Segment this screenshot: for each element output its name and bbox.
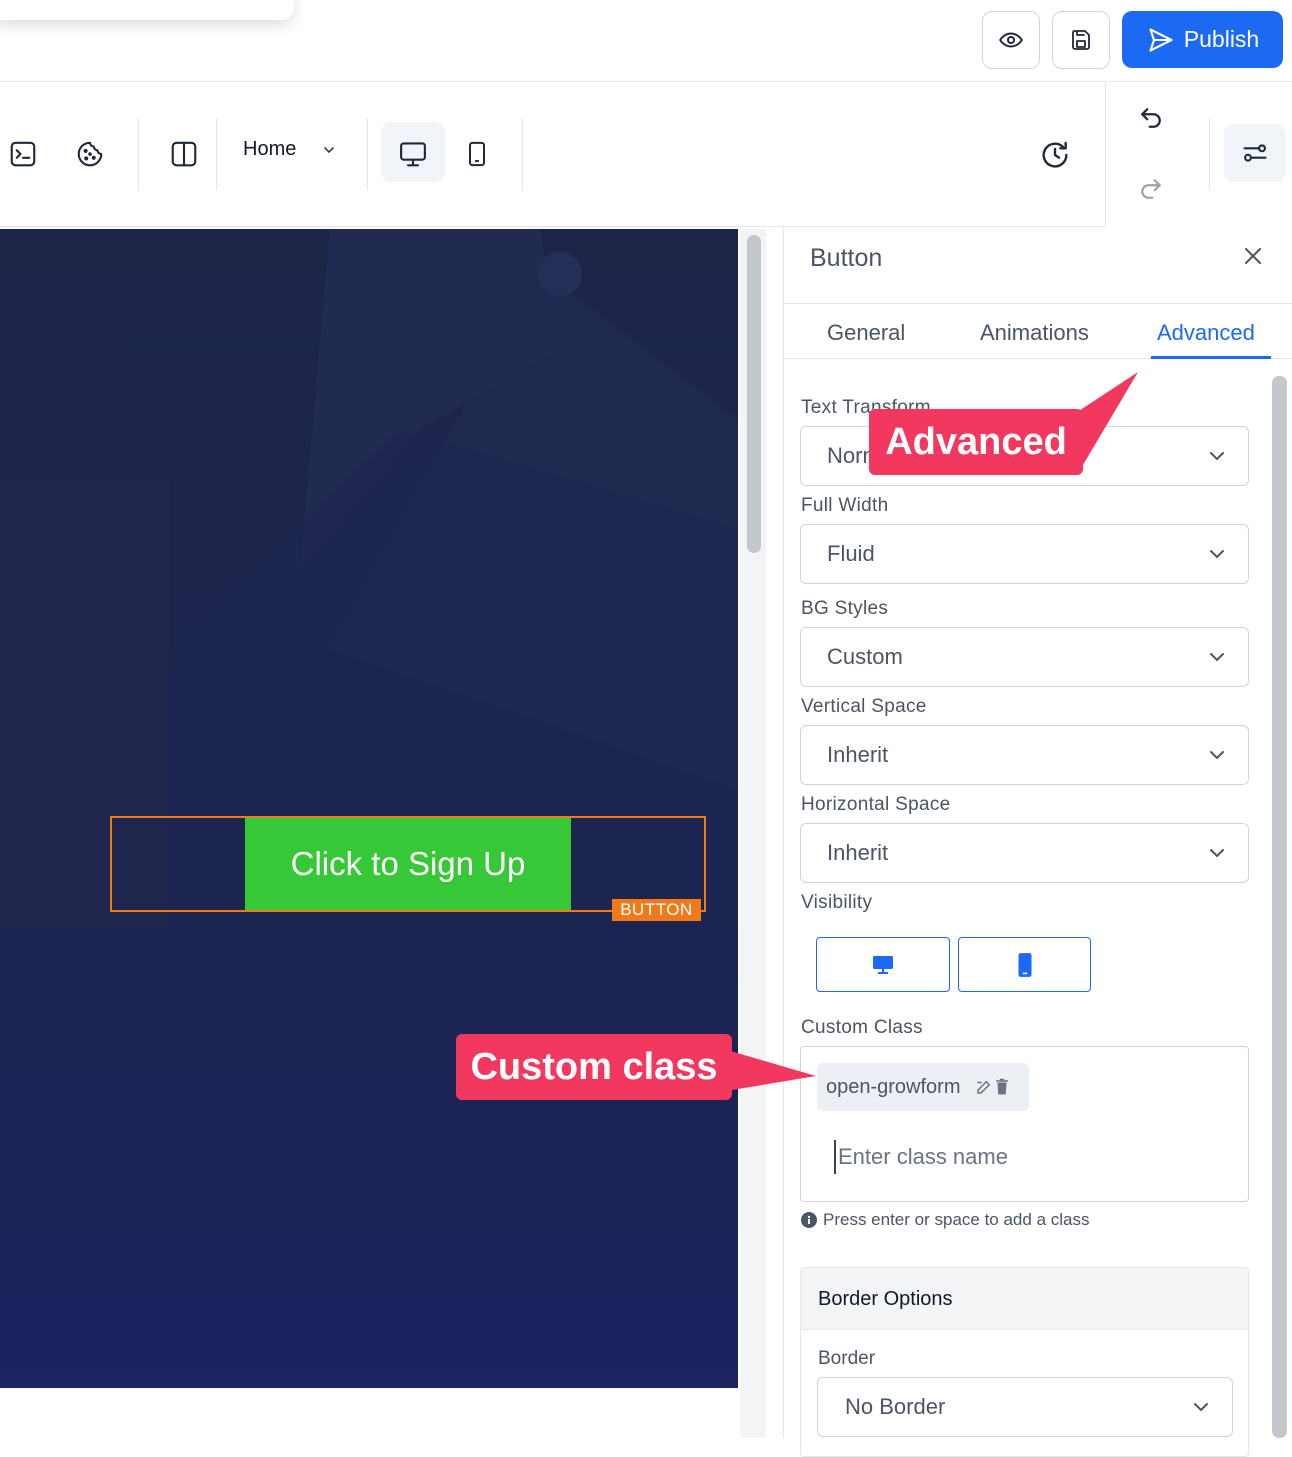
panel-scrollbar-thumb[interactable] [1272, 376, 1287, 1438]
active-tab-indicator [1151, 356, 1271, 359]
chevron-down-icon [1210, 452, 1224, 461]
header-divider [0, 81, 1292, 82]
preview-button[interactable] [982, 11, 1040, 69]
toolbar-divider [0, 226, 1106, 227]
custom-class-callout-arrow [720, 1048, 816, 1092]
border-options-title: Border Options [801, 1268, 1248, 1330]
layout-columns-icon [171, 141, 197, 167]
tab-advanced[interactable]: Advanced [1157, 320, 1255, 346]
history-icon [1042, 141, 1068, 168]
chevron-down-icon [1194, 1403, 1208, 1412]
send-icon [1149, 27, 1173, 52]
page-select-value: Home [243, 138, 297, 160]
redo-button[interactable] [1134, 172, 1168, 206]
panel-divider [783, 226, 784, 1438]
panel-header-divider [784, 303, 1292, 304]
chevron-down-icon [1210, 751, 1224, 760]
chevron-down-icon [1210, 849, 1224, 858]
custom-class-label: Custom Class [801, 1017, 923, 1038]
terminal-icon [10, 141, 36, 167]
vertical-space-select[interactable]: Inherit [800, 725, 1249, 785]
eye-icon [999, 32, 1023, 48]
vertical-space-value: Inherit [827, 742, 889, 767]
code-editor-button[interactable] [6, 137, 40, 171]
tab-general[interactable]: General [827, 320, 905, 346]
publish-label: Publish [1183, 26, 1260, 52]
class-name-input[interactable] [834, 1140, 1214, 1174]
chevron-down-icon [324, 146, 335, 153]
signup-button-label: Click to Sign Up [290, 845, 526, 882]
bg-styles-label: BG Styles [801, 598, 889, 619]
full-width-label: Full Width [801, 495, 889, 516]
toggle-sidebar-button[interactable] [167, 137, 201, 171]
horizontal-space-value: Inherit [827, 840, 889, 865]
panel-title: Button [810, 244, 883, 272]
visibility-mobile-toggle[interactable] [958, 937, 1091, 992]
class-chip[interactable]: open-growform [817, 1063, 1029, 1111]
border-select-value: No Border [845, 1394, 946, 1419]
close-icon [1245, 248, 1261, 264]
border-options-card: Border Options Border No Border [800, 1267, 1249, 1457]
publish-button[interactable]: Publish [1122, 11, 1283, 68]
horizontal-space-label: Horizontal Space [801, 794, 951, 815]
toolbar-separator [522, 118, 523, 190]
tab-animations[interactable]: Animations [980, 320, 1089, 346]
mobile-icon [469, 141, 485, 167]
cookie-icon [77, 141, 103, 167]
desktop-view-icon-wrap [396, 137, 430, 171]
page-canvas[interactable]: Click to Sign Up BUTTON [0, 229, 738, 1388]
horizontal-space-select[interactable]: Inherit [800, 823, 1249, 883]
visibility-label: Visibility [801, 892, 873, 913]
border-label: Border [818, 1348, 876, 1369]
toolbar-separator [1209, 118, 1210, 190]
trash-icon[interactable] [994, 1078, 1010, 1096]
border-select[interactable]: No Border [817, 1377, 1233, 1437]
advanced-callout: Advanced [869, 409, 1083, 475]
full-width-value: Fluid [827, 541, 875, 566]
undo-icon [1141, 108, 1161, 128]
full-width-select[interactable]: Fluid [800, 524, 1249, 584]
custom-class-callout-text: Custom class [470, 1045, 718, 1088]
redo-icon [1141, 179, 1161, 199]
save-icon [1072, 30, 1090, 50]
cookie-settings-button[interactable] [73, 137, 107, 171]
class-hint-text: Press enter or space to add a class [823, 1210, 1090, 1229]
advanced-callout-text: Advanced [885, 420, 1067, 463]
vertical-space-label: Vertical Space [801, 696, 927, 717]
chevron-down-icon [1210, 550, 1224, 559]
undo-button[interactable] [1134, 101, 1168, 135]
chip-actions [975, 1078, 1010, 1096]
custom-class-callout: Custom class [456, 1034, 732, 1100]
mobile-icon [1018, 952, 1031, 977]
signup-button[interactable]: Click to Sign Up [245, 818, 571, 910]
close-panel-button[interactable] [1238, 241, 1268, 271]
canvas-footer-area [0, 1388, 738, 1438]
desktop-icon [873, 955, 893, 974]
history-button[interactable] [1037, 137, 1073, 173]
mobile-view-button[interactable] [460, 137, 494, 171]
class-chip-label: open-growform [826, 1075, 961, 1098]
toolbar-separator [367, 118, 368, 190]
visibility-desktop-toggle[interactable] [816, 937, 950, 992]
popup-card [0, 0, 294, 20]
element-type-label: BUTTON [620, 900, 693, 919]
canvas-scrollbar-thumb[interactable] [747, 235, 761, 553]
desktop-icon [400, 142, 426, 167]
element-type-tag: BUTTON [612, 899, 701, 921]
bg-styles-select[interactable]: Custom [800, 627, 1249, 687]
edit-icon[interactable] [975, 1078, 993, 1096]
hero-background-image [0, 229, 738, 1229]
toolbar-separator [1105, 82, 1106, 226]
save-button[interactable] [1052, 11, 1110, 69]
class-hint: Press enter or space to add a class [801, 1210, 1089, 1230]
settings-sliders-icon [1243, 144, 1267, 162]
toolbar-separator [216, 118, 217, 190]
chevron-down-icon [1210, 653, 1224, 662]
bg-styles-value: Custom [827, 644, 903, 669]
toolbar-separator [138, 118, 139, 190]
settings-button[interactable] [1224, 124, 1286, 182]
page-select[interactable]: Home [243, 138, 336, 161]
info-icon [801, 1212, 817, 1228]
